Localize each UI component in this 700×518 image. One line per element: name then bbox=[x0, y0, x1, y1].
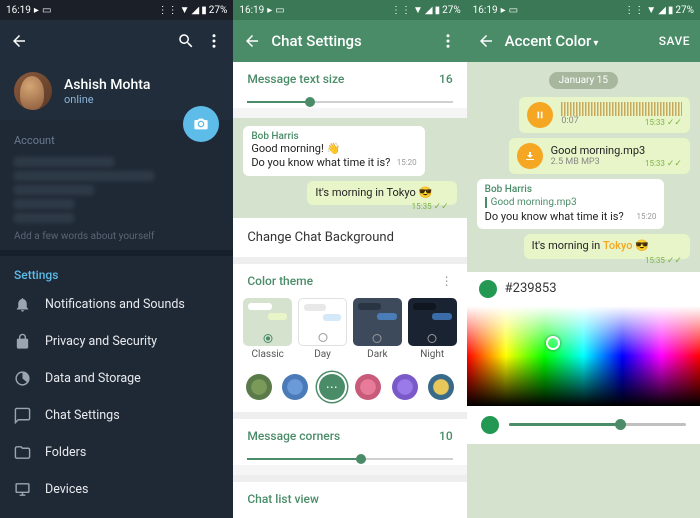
setting-notifications[interactable]: Notifications and Sounds bbox=[0, 286, 233, 323]
back-icon[interactable] bbox=[10, 32, 28, 50]
color-spectrum[interactable] bbox=[467, 306, 700, 406]
theme-dark[interactable]: Dark bbox=[353, 298, 402, 360]
color-swatch[interactable] bbox=[355, 374, 381, 400]
chat-preview: Bob Harris Good morning! 👋 Do you know w… bbox=[233, 118, 466, 218]
save-button[interactable]: SAVE bbox=[659, 34, 690, 48]
setting-devices[interactable]: Devices bbox=[0, 471, 233, 508]
status-bar: 16:19 ▸ ▭ ⋮⋮▼◢▮27% bbox=[467, 0, 700, 20]
pause-button[interactable] bbox=[527, 102, 553, 128]
profile-status: online bbox=[64, 93, 150, 106]
theme-classic[interactable]: Classic bbox=[243, 298, 292, 360]
color-swatch[interactable] bbox=[246, 374, 272, 400]
color-swatch[interactable] bbox=[392, 374, 418, 400]
more-icon[interactable] bbox=[439, 32, 457, 50]
theme-day[interactable]: Day bbox=[298, 298, 347, 360]
change-background[interactable]: Change Chat Background bbox=[233, 218, 466, 264]
search-icon[interactable] bbox=[177, 32, 195, 50]
brightness-slider[interactable] bbox=[467, 406, 700, 444]
setting-data[interactable]: Data and Storage bbox=[0, 360, 233, 397]
setting-privacy[interactable]: Privacy and Security bbox=[0, 323, 233, 360]
accent-toolbar: Accent Color▾ SAVE bbox=[467, 20, 700, 62]
settings-label: Settings bbox=[0, 256, 233, 286]
more-icon[interactable] bbox=[205, 32, 223, 50]
text-size-slider[interactable] bbox=[247, 96, 452, 108]
color-swatch[interactable] bbox=[282, 374, 308, 400]
theme-night[interactable]: Night bbox=[408, 298, 457, 360]
back-icon[interactable] bbox=[477, 32, 495, 50]
color-preview-dot bbox=[479, 280, 497, 298]
profile-name: Ashish Mohta bbox=[64, 77, 150, 93]
date-pill: January 15 bbox=[549, 72, 618, 89]
chat-settings-toolbar: Chat Settings bbox=[233, 20, 466, 62]
color-swatch[interactable] bbox=[428, 374, 454, 400]
accent-dropdown[interactable]: Accent Color▾ bbox=[505, 32, 649, 50]
profile-toolbar bbox=[0, 20, 233, 62]
corners-slider[interactable] bbox=[247, 453, 452, 465]
status-bar: 16:19 ▸ ▭ ⋮⋮▼◢▮27% bbox=[0, 0, 233, 20]
status-bar: 16:19 ▸ ▭ ⋮⋮▼◢▮27% bbox=[233, 0, 466, 20]
profile-header: Ashish Mohta online bbox=[0, 62, 233, 120]
download-button[interactable] bbox=[517, 143, 543, 169]
setting-folders[interactable]: Folders bbox=[0, 434, 233, 471]
setting-chat[interactable]: Chat Settings bbox=[0, 397, 233, 434]
back-icon[interactable] bbox=[243, 32, 261, 50]
color-swatch-selected[interactable]: ⋯ bbox=[319, 374, 345, 400]
setting-language[interactable]: Language bbox=[0, 508, 233, 518]
hex-display: #239853 bbox=[467, 272, 700, 306]
avatar[interactable] bbox=[14, 72, 52, 110]
more-icon[interactable]: ⋮ bbox=[441, 274, 453, 288]
page-title: Chat Settings bbox=[271, 32, 428, 50]
